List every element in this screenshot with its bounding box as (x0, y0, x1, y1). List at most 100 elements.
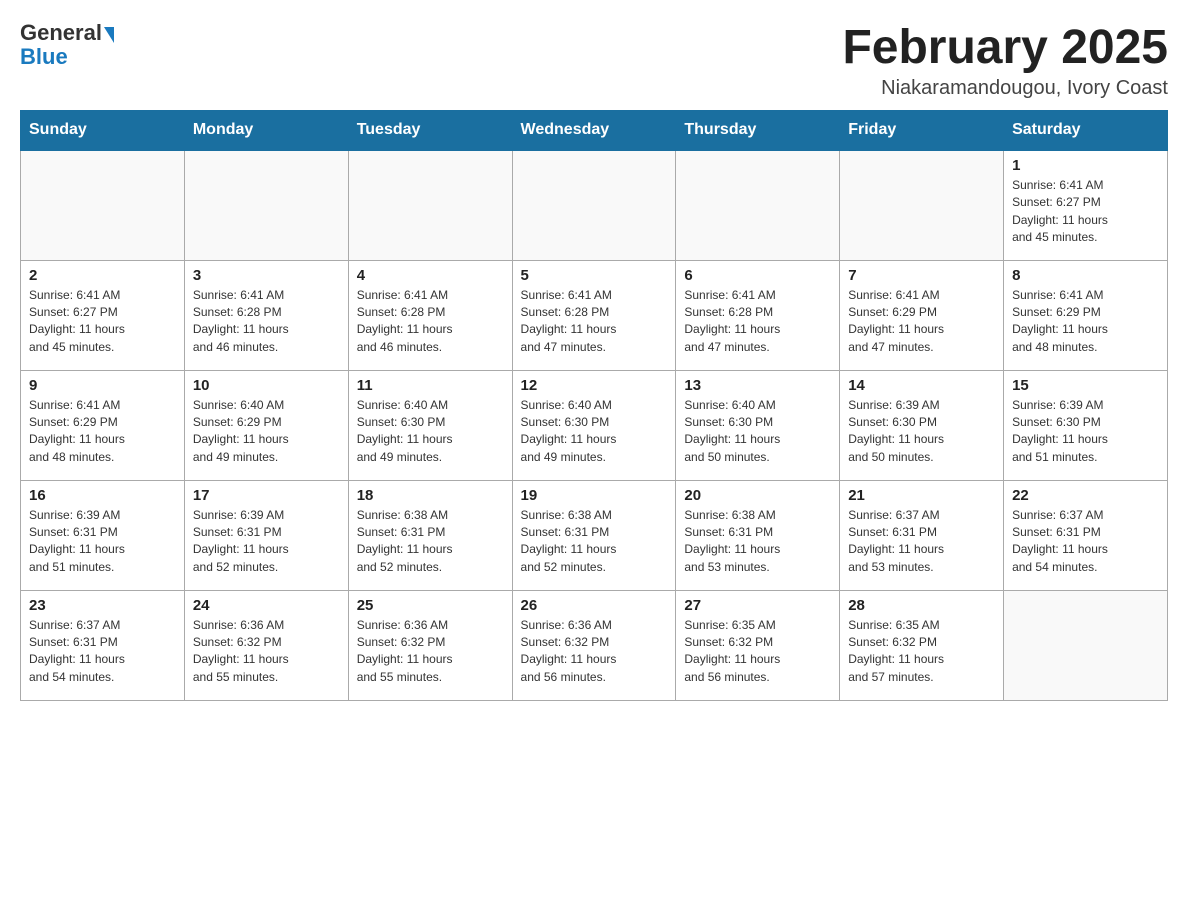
day-number: 24 (193, 597, 340, 614)
day-info: Sunrise: 6:40 AM Sunset: 6:30 PM Dayligh… (521, 397, 668, 467)
day-info: Sunrise: 6:41 AM Sunset: 6:28 PM Dayligh… (684, 287, 831, 357)
day-header-tuesday: Tuesday (348, 111, 512, 151)
calendar-cell (676, 150, 840, 260)
day-header-saturday: Saturday (1004, 111, 1168, 151)
day-number: 18 (357, 487, 504, 504)
day-info: Sunrise: 6:36 AM Sunset: 6:32 PM Dayligh… (521, 617, 668, 687)
day-number: 10 (193, 377, 340, 394)
day-number: 23 (29, 597, 176, 614)
calendar-cell: 26 Sunrise: 6:36 AM Sunset: 6:32 PM Dayli… (512, 590, 676, 700)
calendar-cell (184, 150, 348, 260)
calendar-cell: 9 Sunrise: 6:41 AM Sunset: 6:29 PM Daylig… (21, 370, 185, 480)
day-info: Sunrise: 6:37 AM Sunset: 6:31 PM Dayligh… (848, 507, 995, 577)
calendar-cell: 24Sunrise: 6:36 AM Sunset: 6:32 PM Dayli… (184, 590, 348, 700)
day-number: 1 (1012, 157, 1159, 174)
logo-arrow-icon (104, 27, 114, 43)
logo-general-text: General (20, 20, 102, 46)
calendar-cell (1004, 590, 1168, 700)
day-number: 15 (1012, 377, 1159, 394)
day-info: Sunrise: 6:38 AM Sunset: 6:31 PM Dayligh… (357, 507, 504, 577)
calendar-cell (512, 150, 676, 260)
day-info: Sunrise: 6:36 AM Sunset: 6:32 PM Dayligh… (357, 617, 504, 687)
day-info: Sunrise: 6:35 AM Sunset: 6:32 PM Dayligh… (848, 617, 995, 687)
calendar-cell: 20 Sunrise: 6:38 AM Sunset: 6:31 PM Dayli… (676, 480, 840, 590)
day-number: 7 (848, 267, 995, 284)
calendar-cell: 5 Sunrise: 6:41 AM Sunset: 6:28 PM Daylig… (512, 260, 676, 370)
calendar: SundayMondayTuesdayWednesdayThursdayFrid… (20, 110, 1168, 701)
day-info: Sunrise: 6:41 AM Sunset: 6:28 PM Dayligh… (193, 287, 340, 357)
title-section: February 2025 Niakaramandougou, Ivory Co… (842, 20, 1168, 100)
day-header-sunday: Sunday (21, 111, 185, 151)
calendar-header-row: SundayMondayTuesdayWednesdayThursdayFrid… (21, 111, 1168, 151)
calendar-cell: 8 Sunrise: 6:41 AM Sunset: 6:29 PM Daylig… (1004, 260, 1168, 370)
day-number: 4 (357, 267, 504, 284)
calendar-cell: 27 Sunrise: 6:35 AM Sunset: 6:32 PM Dayli… (676, 590, 840, 700)
day-info: Sunrise: 6:38 AM Sunset: 6:31 PM Dayligh… (684, 507, 831, 577)
calendar-cell: 2Sunrise: 6:41 AM Sunset: 6:27 PM Daylig… (21, 260, 185, 370)
day-info: Sunrise: 6:41 AM Sunset: 6:29 PM Dayligh… (848, 287, 995, 357)
day-number: 12 (521, 377, 668, 394)
calendar-cell (840, 150, 1004, 260)
calendar-cell: 22Sunrise: 6:37 AM Sunset: 6:31 PM Dayli… (1004, 480, 1168, 590)
calendar-cell (348, 150, 512, 260)
calendar-cell: 16 Sunrise: 6:39 AM Sunset: 6:31 PM Dayli… (21, 480, 185, 590)
day-header-thursday: Thursday (676, 111, 840, 151)
calendar-cell: 21 Sunrise: 6:37 AM Sunset: 6:31 PM Dayli… (840, 480, 1004, 590)
calendar-cell: 10 Sunrise: 6:40 AM Sunset: 6:29 PM Dayli… (184, 370, 348, 480)
calendar-cell: 6 Sunrise: 6:41 AM Sunset: 6:28 PM Daylig… (676, 260, 840, 370)
day-info: Sunrise: 6:40 AM Sunset: 6:29 PM Dayligh… (193, 397, 340, 467)
day-number: 19 (521, 487, 668, 504)
calendar-week-row: 23 Sunrise: 6:37 AM Sunset: 6:31 PM Dayli… (21, 590, 1168, 700)
day-info: Sunrise: 6:37 AM Sunset: 6:31 PM Dayligh… (1012, 507, 1159, 577)
month-title: February 2025 (842, 20, 1168, 75)
day-info: Sunrise: 6:40 AM Sunset: 6:30 PM Dayligh… (357, 397, 504, 467)
day-header-monday: Monday (184, 111, 348, 151)
day-info: Sunrise: 6:40 AM Sunset: 6:30 PM Dayligh… (684, 397, 831, 467)
day-number: 28 (848, 597, 995, 614)
day-number: 17 (193, 487, 340, 504)
calendar-cell: 23 Sunrise: 6:37 AM Sunset: 6:31 PM Dayli… (21, 590, 185, 700)
day-info: Sunrise: 6:39 AM Sunset: 6:30 PM Dayligh… (1012, 397, 1159, 467)
day-number: 11 (357, 377, 504, 394)
day-info: Sunrise: 6:41 AM Sunset: 6:27 PM Dayligh… (1012, 177, 1159, 247)
day-number: 9 (29, 377, 176, 394)
location: Niakaramandougou, Ivory Coast (842, 77, 1168, 100)
calendar-cell: 12 Sunrise: 6:40 AM Sunset: 6:30 PM Dayli… (512, 370, 676, 480)
day-number: 25 (357, 597, 504, 614)
calendar-cell: 17 Sunrise: 6:39 AM Sunset: 6:31 PM Dayli… (184, 480, 348, 590)
day-info: Sunrise: 6:39 AM Sunset: 6:31 PM Dayligh… (29, 507, 176, 577)
calendar-cell: 15 Sunrise: 6:39 AM Sunset: 6:30 PM Dayli… (1004, 370, 1168, 480)
day-number: 14 (848, 377, 995, 394)
calendar-cell: 4 Sunrise: 6:41 AM Sunset: 6:28 PM Daylig… (348, 260, 512, 370)
day-number: 8 (1012, 267, 1159, 284)
day-number: 26 (521, 597, 668, 614)
calendar-cell: 13 Sunrise: 6:40 AM Sunset: 6:30 PM Dayli… (676, 370, 840, 480)
day-number: 16 (29, 487, 176, 504)
logo: General Blue (20, 20, 114, 70)
calendar-week-row: 16 Sunrise: 6:39 AM Sunset: 6:31 PM Dayli… (21, 480, 1168, 590)
day-info: Sunrise: 6:35 AM Sunset: 6:32 PM Dayligh… (684, 617, 831, 687)
day-info: Sunrise: 6:41 AM Sunset: 6:29 PM Dayligh… (29, 397, 176, 467)
page-header: General Blue February 2025 Niakaramandou… (20, 20, 1168, 100)
day-header-wednesday: Wednesday (512, 111, 676, 151)
day-header-friday: Friday (840, 111, 1004, 151)
calendar-cell (21, 150, 185, 260)
day-number: 6 (684, 267, 831, 284)
day-number: 5 (521, 267, 668, 284)
day-info: Sunrise: 6:39 AM Sunset: 6:31 PM Dayligh… (193, 507, 340, 577)
day-info: Sunrise: 6:41 AM Sunset: 6:28 PM Dayligh… (521, 287, 668, 357)
day-info: Sunrise: 6:41 AM Sunset: 6:27 PM Dayligh… (29, 287, 176, 357)
day-number: 13 (684, 377, 831, 394)
calendar-week-row: 1 Sunrise: 6:41 AM Sunset: 6:27 PM Daylig… (21, 150, 1168, 260)
day-number: 21 (848, 487, 995, 504)
calendar-cell: 3Sunrise: 6:41 AM Sunset: 6:28 PM Daylig… (184, 260, 348, 370)
day-number: 20 (684, 487, 831, 504)
day-info: Sunrise: 6:41 AM Sunset: 6:28 PM Dayligh… (357, 287, 504, 357)
calendar-week-row: 9 Sunrise: 6:41 AM Sunset: 6:29 PM Daylig… (21, 370, 1168, 480)
calendar-cell: 7 Sunrise: 6:41 AM Sunset: 6:29 PM Daylig… (840, 260, 1004, 370)
day-number: 27 (684, 597, 831, 614)
calendar-cell: 18 Sunrise: 6:38 AM Sunset: 6:31 PM Dayli… (348, 480, 512, 590)
day-info: Sunrise: 6:41 AM Sunset: 6:29 PM Dayligh… (1012, 287, 1159, 357)
calendar-cell: 19Sunrise: 6:38 AM Sunset: 6:31 PM Dayli… (512, 480, 676, 590)
day-info: Sunrise: 6:37 AM Sunset: 6:31 PM Dayligh… (29, 617, 176, 687)
